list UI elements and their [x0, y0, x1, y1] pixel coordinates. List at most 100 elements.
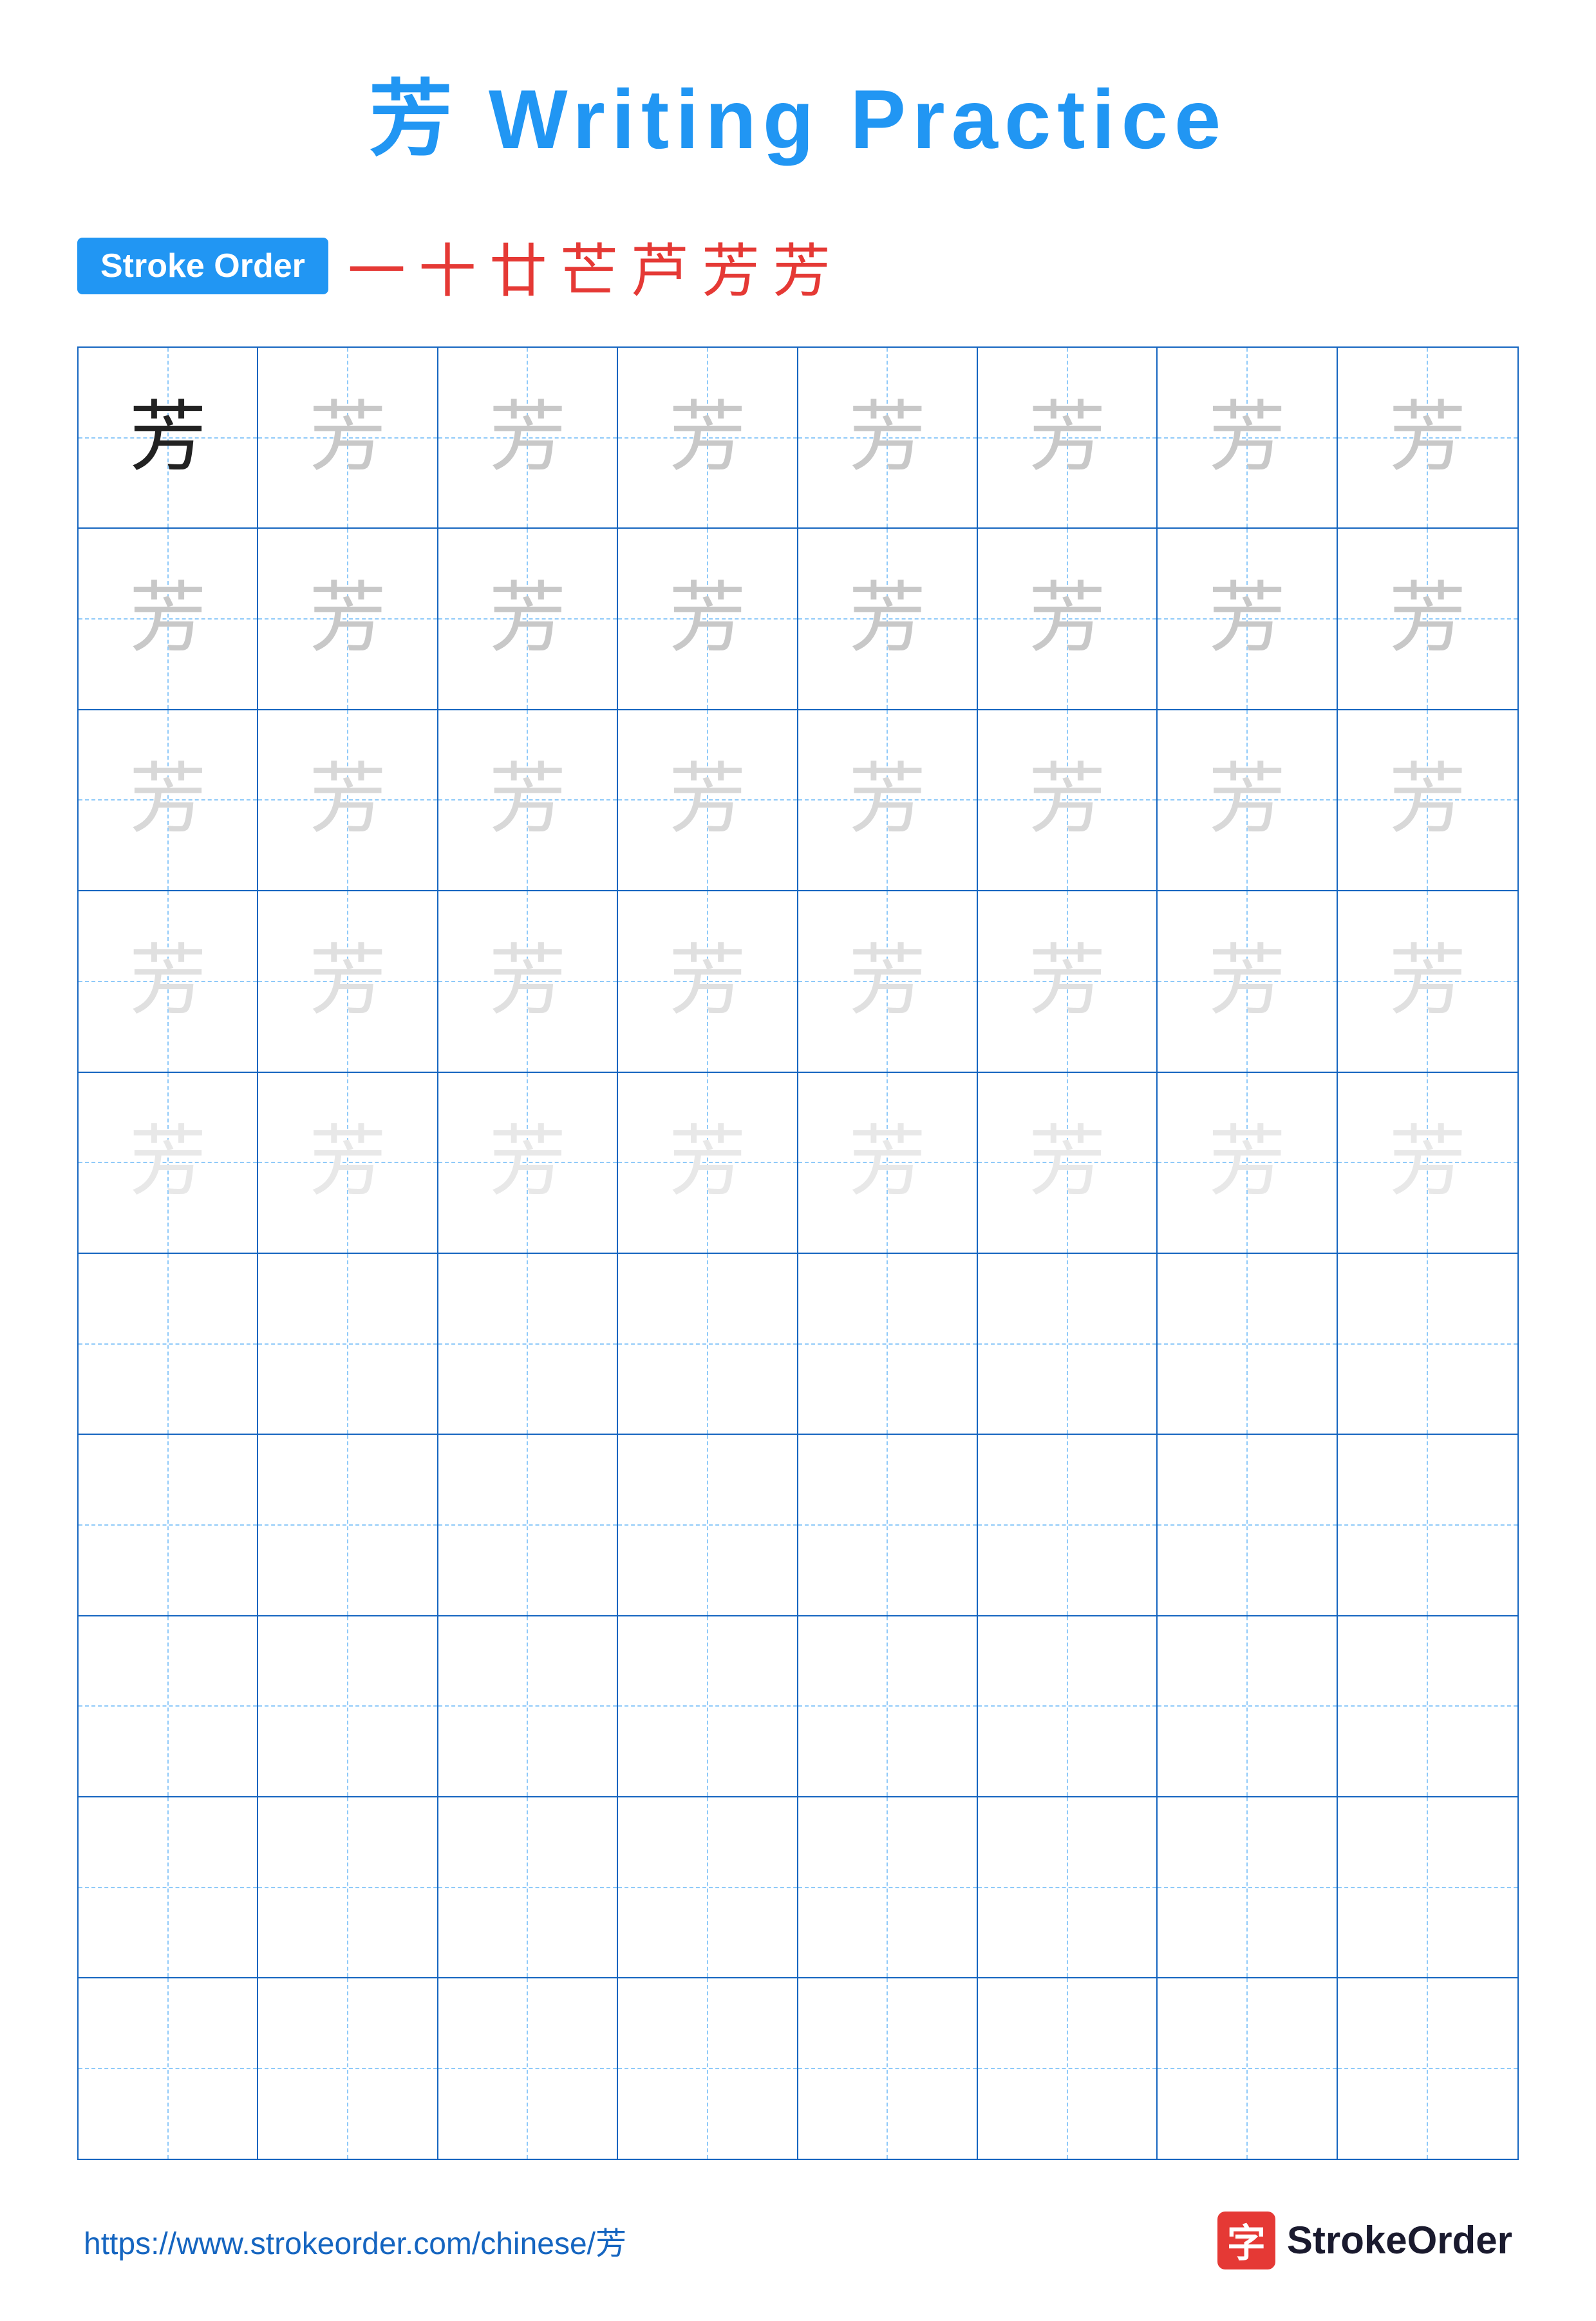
- cell-char-1-5: 芳: [1029, 580, 1106, 658]
- grid-cell-2-3[interactable]: 芳: [618, 710, 798, 890]
- grid-cell-8-2[interactable]: [438, 1797, 618, 1977]
- grid-cell-4-1[interactable]: 芳: [258, 1073, 438, 1253]
- grid-cell-4-0[interactable]: 芳: [79, 1073, 258, 1253]
- cell-char-2-1: 芳: [309, 761, 386, 838]
- grid-cell-9-1[interactable]: [258, 1978, 438, 2158]
- grid-cell-1-2[interactable]: 芳: [438, 529, 618, 708]
- cell-char-2-3: 芳: [669, 761, 746, 838]
- grid-cell-7-2[interactable]: [438, 1616, 618, 1796]
- grid-cell-0-0[interactable]: 芳: [79, 348, 258, 527]
- cell-char-1-3: 芳: [669, 580, 746, 658]
- stroke-0: 一: [348, 224, 406, 308]
- grid-cell-4-4[interactable]: 芳: [798, 1073, 978, 1253]
- grid-cell-4-7[interactable]: 芳: [1338, 1073, 1517, 1253]
- grid-cell-7-0[interactable]: [79, 1616, 258, 1796]
- cell-char-0-5: 芳: [1029, 399, 1106, 477]
- grid-cell-7-3[interactable]: [618, 1616, 798, 1796]
- grid-cell-4-5[interactable]: 芳: [978, 1073, 1158, 1253]
- grid-cell-2-2[interactable]: 芳: [438, 710, 618, 890]
- grid-cell-5-1[interactable]: [258, 1254, 438, 1434]
- stroke-1: 十: [418, 224, 476, 308]
- grid-cell-1-5[interactable]: 芳: [978, 529, 1158, 708]
- grid-cell-8-6[interactable]: [1158, 1797, 1337, 1977]
- grid-cell-9-5[interactable]: [978, 1978, 1158, 2158]
- grid-cell-5-2[interactable]: [438, 1254, 618, 1434]
- grid-cell-9-6[interactable]: [1158, 1978, 1337, 2158]
- grid-cell-6-3[interactable]: [618, 1435, 798, 1615]
- grid-cell-2-1[interactable]: 芳: [258, 710, 438, 890]
- grid-row-5: [79, 1254, 1517, 1435]
- stroke-order-badge: Stroke Order: [77, 238, 328, 294]
- grid-cell-6-6[interactable]: [1158, 1435, 1337, 1615]
- grid-cell-9-2[interactable]: [438, 1978, 618, 2158]
- grid-cell-9-0[interactable]: [79, 1978, 258, 2158]
- grid-cell-9-7[interactable]: [1338, 1978, 1517, 2158]
- grid-cell-5-7[interactable]: [1338, 1254, 1517, 1434]
- grid-cell-1-0[interactable]: 芳: [79, 529, 258, 708]
- footer-logo-icon: 字: [1217, 2212, 1275, 2269]
- grid-cell-6-0[interactable]: [79, 1435, 258, 1615]
- grid-cell-4-3[interactable]: 芳: [618, 1073, 798, 1253]
- grid-cell-1-4[interactable]: 芳: [798, 529, 978, 708]
- grid-cell-3-4[interactable]: 芳: [798, 891, 978, 1071]
- grid-cell-2-0[interactable]: 芳: [79, 710, 258, 890]
- grid-cell-1-3[interactable]: 芳: [618, 529, 798, 708]
- grid-cell-2-6[interactable]: 芳: [1158, 710, 1337, 890]
- footer: https://www.strokeorder.com/chinese/芳 字 …: [77, 2212, 1519, 2269]
- grid-cell-8-4[interactable]: [798, 1797, 978, 1977]
- grid-cell-0-6[interactable]: 芳: [1158, 348, 1337, 527]
- grid-cell-3-1[interactable]: 芳: [258, 891, 438, 1071]
- cell-char-1-1: 芳: [309, 580, 386, 658]
- grid-cell-0-4[interactable]: 芳: [798, 348, 978, 527]
- grid-cell-6-4[interactable]: [798, 1435, 978, 1615]
- grid-cell-6-7[interactable]: [1338, 1435, 1517, 1615]
- grid-cell-2-5[interactable]: 芳: [978, 710, 1158, 890]
- grid-cell-3-6[interactable]: 芳: [1158, 891, 1337, 1071]
- grid-cell-5-0[interactable]: [79, 1254, 258, 1434]
- grid-cell-2-4[interactable]: 芳: [798, 710, 978, 890]
- grid-cell-9-4[interactable]: [798, 1978, 978, 2158]
- grid-cell-8-3[interactable]: [618, 1797, 798, 1977]
- grid-cell-3-2[interactable]: 芳: [438, 891, 618, 1071]
- grid-cell-6-5[interactable]: [978, 1435, 1158, 1615]
- grid-cell-4-6[interactable]: 芳: [1158, 1073, 1337, 1253]
- grid-cell-3-3[interactable]: 芳: [618, 891, 798, 1071]
- grid-cell-7-4[interactable]: [798, 1616, 978, 1796]
- stroke-4: 芦: [631, 224, 689, 308]
- grid-cell-1-7[interactable]: 芳: [1338, 529, 1517, 708]
- grid-cell-5-5[interactable]: [978, 1254, 1158, 1434]
- footer-url: https://www.strokeorder.com/chinese/芳: [84, 2218, 626, 2263]
- grid-cell-4-2[interactable]: 芳: [438, 1073, 618, 1253]
- grid-cell-0-3[interactable]: 芳: [618, 348, 798, 527]
- grid-cell-8-1[interactable]: [258, 1797, 438, 1977]
- grid-cell-5-6[interactable]: [1158, 1254, 1337, 1434]
- grid-cell-8-7[interactable]: [1338, 1797, 1517, 1977]
- grid-cell-3-5[interactable]: 芳: [978, 891, 1158, 1071]
- grid-row-1: 芳芳芳芳芳芳芳芳: [79, 529, 1517, 710]
- grid-cell-0-1[interactable]: 芳: [258, 348, 438, 527]
- grid-cell-0-7[interactable]: 芳: [1338, 348, 1517, 527]
- grid-cell-9-3[interactable]: [618, 1978, 798, 2158]
- grid-cell-1-1[interactable]: 芳: [258, 529, 438, 708]
- grid-cell-6-1[interactable]: [258, 1435, 438, 1615]
- grid-row-8: [79, 1797, 1517, 1978]
- grid-cell-8-5[interactable]: [978, 1797, 1158, 1977]
- grid-cell-3-7[interactable]: 芳: [1338, 891, 1517, 1071]
- grid-cell-5-3[interactable]: [618, 1254, 798, 1434]
- grid-cell-3-0[interactable]: 芳: [79, 891, 258, 1071]
- grid-cell-2-7[interactable]: 芳: [1338, 710, 1517, 890]
- cell-char-4-7: 芳: [1389, 1124, 1466, 1201]
- grid-cell-8-0[interactable]: [79, 1797, 258, 1977]
- grid-cell-6-2[interactable]: [438, 1435, 618, 1615]
- grid-cell-7-6[interactable]: [1158, 1616, 1337, 1796]
- grid-cell-7-1[interactable]: [258, 1616, 438, 1796]
- grid-cell-5-4[interactable]: [798, 1254, 978, 1434]
- grid-row-7: [79, 1616, 1517, 1797]
- practice-grid: 芳芳芳芳芳芳芳芳芳芳芳芳芳芳芳芳芳芳芳芳芳芳芳芳芳芳芳芳芳芳芳芳芳芳芳芳芳芳芳芳: [77, 346, 1519, 2160]
- grid-cell-7-5[interactable]: [978, 1616, 1158, 1796]
- grid-cell-0-5[interactable]: 芳: [978, 348, 1158, 527]
- grid-cell-0-2[interactable]: 芳: [438, 348, 618, 527]
- grid-cell-7-7[interactable]: [1338, 1616, 1517, 1796]
- cell-char-4-2: 芳: [489, 1124, 566, 1201]
- grid-cell-1-6[interactable]: 芳: [1158, 529, 1337, 708]
